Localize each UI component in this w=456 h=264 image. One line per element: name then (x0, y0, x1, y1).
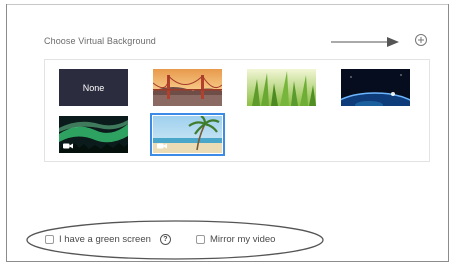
video-camera-icon (63, 143, 73, 149)
tile-label: None (82, 82, 105, 93)
section-title: Choose Virtual Background (44, 36, 156, 46)
background-tile-beach[interactable] (150, 113, 225, 156)
background-tile-aurora[interactable] (59, 116, 128, 153)
mirror-video-option[interactable]: Mirror my video (196, 234, 275, 245)
mirror-video-label[interactable]: Mirror my video (210, 234, 275, 245)
background-tile-none[interactable]: None (59, 69, 128, 106)
question-circle-icon[interactable]: ? (159, 234, 171, 245)
background-tile-grass[interactable] (247, 69, 316, 106)
add-background-button[interactable] (414, 33, 428, 47)
background-tile-earth-from-space[interactable] (341, 69, 410, 106)
mirror-video-checkbox[interactable] (196, 235, 205, 244)
plus-circle-icon (415, 34, 427, 46)
help-glyph: ? (163, 236, 168, 243)
green-screen-label[interactable]: I have a green screen (59, 234, 151, 245)
green-screen-option[interactable]: I have a green screen ? (45, 234, 171, 245)
background-grid: None (44, 59, 430, 162)
arrow-right-icon (331, 37, 399, 47)
background-tile-golden-gate-bridge[interactable] (153, 69, 222, 106)
green-screen-checkbox[interactable] (45, 235, 54, 244)
video-camera-icon (157, 143, 167, 149)
